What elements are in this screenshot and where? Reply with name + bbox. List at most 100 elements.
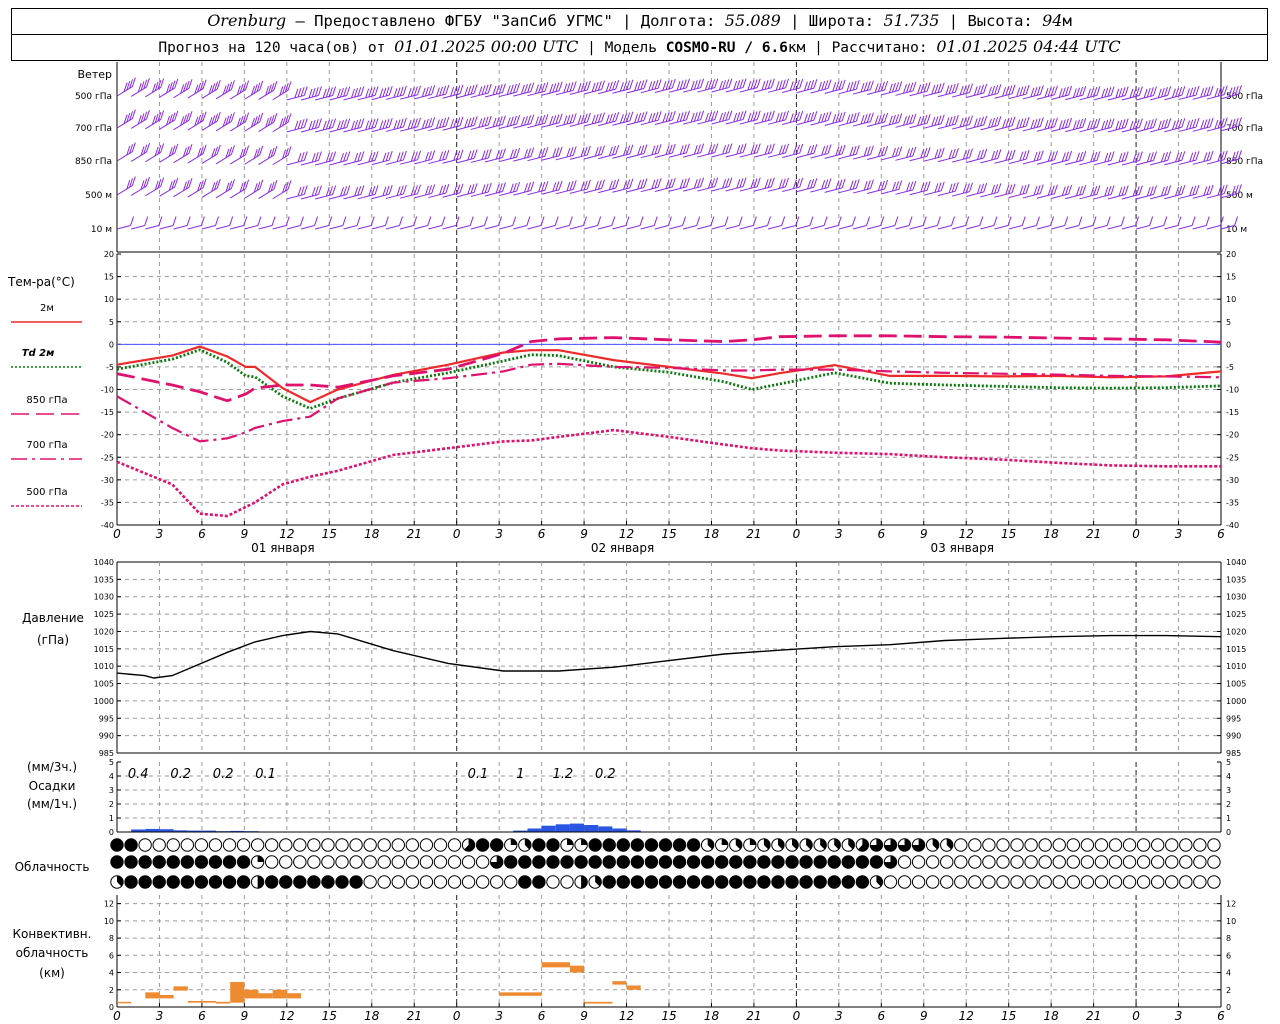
cloud-cover-icon [1066, 838, 1081, 852]
wind-barb-feather [807, 145, 812, 156]
wind-barb-feather [555, 147, 560, 157]
wind-barb-feather [245, 80, 250, 90]
wind-barb-feather [512, 83, 517, 94]
wind-barb-feather [552, 83, 557, 93]
wind-barb-feather [1078, 216, 1083, 226]
wind-barb-feather [552, 148, 557, 158]
cloud-cover-icon [1207, 838, 1221, 852]
wind-barb-feather [273, 81, 278, 91]
cloud-cover-icon [616, 838, 630, 852]
cloud-cover-circle [1024, 855, 1038, 869]
temp-panel-x-tick-label: 0 [1132, 527, 1140, 541]
wind-barb-feather [838, 145, 843, 155]
cloud-cover-icon [461, 838, 476, 852]
wind-barb-feather [827, 79, 832, 89]
cloud-cover-circle [124, 875, 138, 889]
cloud-cover-icon [447, 838, 462, 852]
wind-barb-feather [1002, 87, 1007, 97]
cloud-cover-icon [574, 855, 588, 869]
wind-barb-feather [385, 185, 390, 196]
wind-barb-feather [704, 80, 709, 91]
wind-barb-feather [838, 179, 843, 189]
pressure-panel-y-tick-label: 1030 [94, 593, 114, 602]
wind-barb-feather [1195, 85, 1200, 96]
wind-barb-feather [704, 112, 709, 123]
cloud-cover-circle [658, 838, 673, 852]
wind-barb-feather [1061, 186, 1066, 196]
wind-barb-feather [339, 186, 344, 197]
wind-barb-feather [441, 216, 446, 226]
cloud-cover-icon [1052, 838, 1066, 852]
wind-barb-feather [852, 145, 857, 156]
wind-barb-shaft [527, 225, 542, 230]
wind-barb-feather [308, 120, 313, 131]
cloud-cover-icon [1193, 838, 1207, 852]
wind-barb-feather [1033, 118, 1038, 129]
cloud-cover-icon [236, 875, 251, 889]
wind-barb-feather [832, 114, 837, 124]
wind-barb-feather [428, 151, 433, 161]
wind-barb-feather [1178, 118, 1183, 129]
cloud-cover-icon [1080, 838, 1095, 852]
conv-cloud-bar [584, 1001, 613, 1004]
wind-barb-feather [229, 216, 234, 226]
conv-panel-x-tick-label: 12 [279, 1009, 294, 1023]
wind-barb-feather [654, 178, 659, 189]
cloud-cover-icon [925, 875, 940, 889]
wind-barb-feather [739, 111, 744, 121]
wind-barb-feather [1039, 117, 1044, 127]
wind-barb-feather [402, 150, 407, 161]
wind-barb-feather [597, 216, 602, 226]
wind-barb-feather [303, 118, 308, 128]
conv-panel-y-tick-label-right: 12 [1226, 900, 1236, 909]
cloud-cover-icon [560, 875, 574, 889]
cloud-cover-circle [124, 838, 138, 852]
cloud-cover-circle [1193, 838, 1207, 852]
wind-barb-feather [722, 111, 727, 122]
wind-barb-feather [923, 147, 928, 158]
wind-barb-feather [346, 118, 351, 128]
wind-barb-feather [605, 82, 610, 92]
wind-barb-feather [756, 78, 761, 88]
wind-barb-feather [648, 81, 653, 91]
cloud-cover-icon [110, 855, 124, 869]
cloud-cover-circle [124, 855, 138, 869]
wind-barb-feather [428, 118, 433, 128]
wind-barb-feather [554, 216, 559, 226]
temp-panel-y-tick-label-right: -30 [1226, 476, 1239, 485]
wind-barb-feather [653, 216, 658, 226]
cloud-cover-circle [827, 855, 841, 869]
wind-barb-feather [855, 179, 860, 189]
wind-barb-feather [615, 80, 620, 90]
cloud-cover-circle [447, 855, 462, 869]
wind-barb-feather [824, 179, 829, 189]
wind-barb-feather [1214, 119, 1219, 130]
wind-barb-feather [202, 79, 207, 89]
cloud-cover-circle [405, 855, 420, 869]
cloud-cover-icon [377, 875, 391, 889]
wind-barb-feather [940, 147, 945, 157]
cloud-cover-circle [138, 875, 152, 889]
wind-barb-feather [435, 87, 440, 97]
cloud-cover-circle [1052, 838, 1066, 852]
wind-barb-feather [495, 149, 500, 160]
cloud-cover-circle [1207, 855, 1221, 869]
wind-barb-shaft [1051, 225, 1065, 230]
wind-barb-feather [1022, 85, 1027, 96]
wind-barb-feather [676, 113, 681, 123]
wind-barb-feather [498, 116, 503, 126]
wind-barb-feather [863, 82, 868, 92]
wind-barb-feather [1181, 86, 1186, 96]
cloud-cover-icon [897, 838, 912, 852]
cloud-cover-icon [546, 875, 560, 889]
wind-barb-feather [374, 151, 379, 161]
wind-barb-feather [906, 182, 911, 192]
wind-barb-feather [1195, 184, 1200, 195]
cloud-cover-circle [391, 855, 405, 869]
cloud-cover-circle [686, 838, 701, 852]
wind-barb-feather [317, 86, 322, 96]
wind-barb-feather [516, 147, 521, 158]
cloud-cover-circle [602, 875, 616, 889]
precip-total-label: 0.2 [595, 767, 616, 782]
wind-barb-feather [566, 147, 571, 158]
